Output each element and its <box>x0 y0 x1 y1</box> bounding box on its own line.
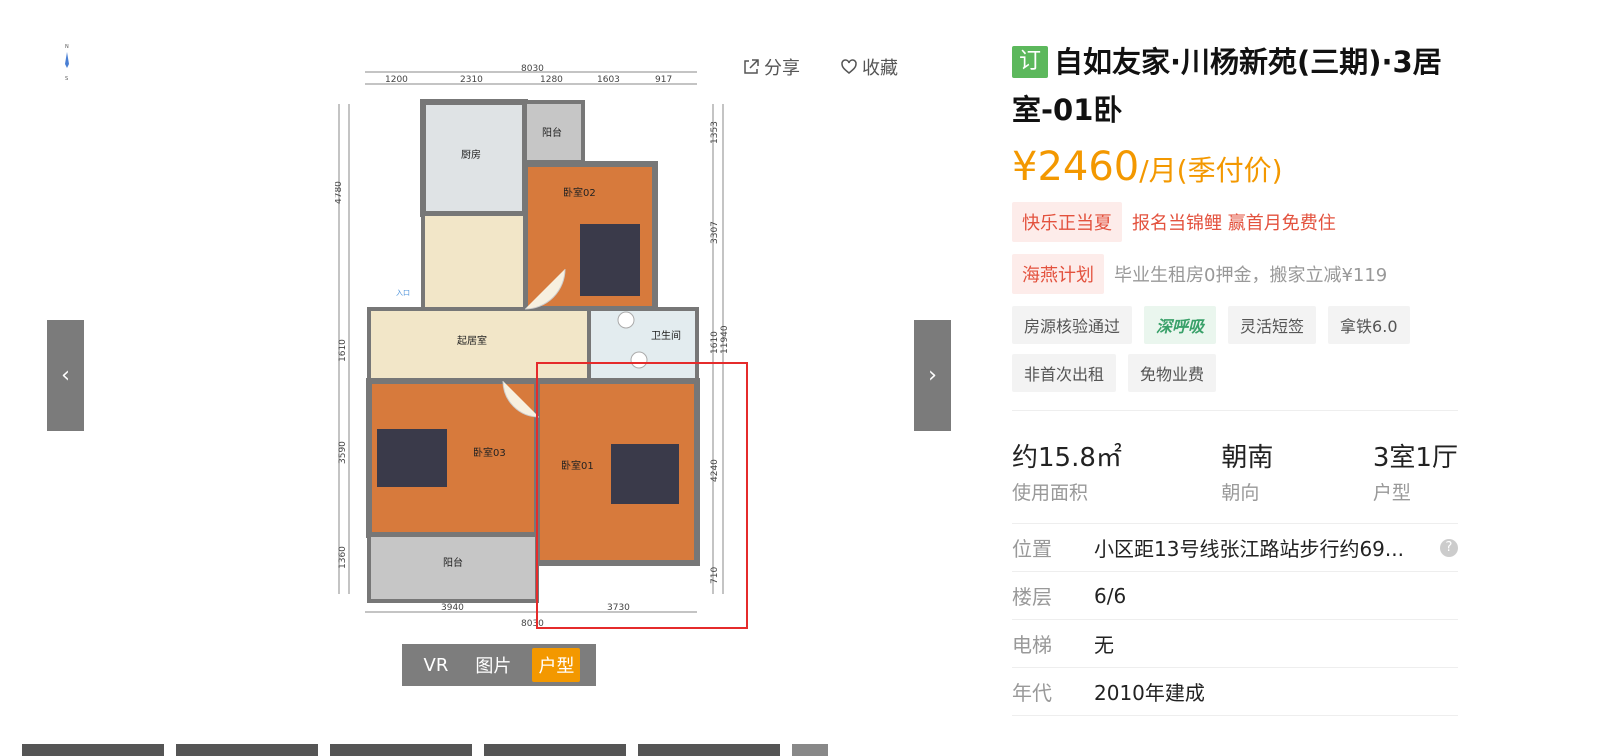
prev-image-button[interactable]: ‹ <box>47 320 84 431</box>
info-key: 楼层 <box>1012 585 1052 609</box>
stat-area: 约15.8㎡ 使用面积 <box>1012 437 1122 505</box>
dim-top-4: 1603 <box>597 75 620 85</box>
room-label-balcony-bottom: 阳台 <box>443 556 463 569</box>
stat-label: 朝向 <box>1221 482 1260 504</box>
dim-top-1: 1200 <box>385 75 408 85</box>
tag-short-lease: 灵活短签 <box>1228 306 1317 344</box>
tag-verified: 房源核验通过 <box>1012 306 1133 344</box>
favorite-label: 收藏 <box>862 58 898 79</box>
svg-text:S: S <box>65 76 68 82</box>
dim-right-2: 3307 <box>710 221 720 244</box>
room-label-bedroom03: 卧室03 <box>473 446 506 459</box>
stat-value: 3室1厅 <box>1372 443 1458 473</box>
info-value: 2010年建成 <box>1094 681 1205 705</box>
thumbnail[interactable] <box>484 744 626 756</box>
stat-layout: 3室1厅 户型 <box>1373 437 1458 505</box>
next-image-button[interactable]: › <box>914 320 951 431</box>
info-row-floor: 楼层 6/6 <box>1012 572 1458 620</box>
room-label-living: 起居室 <box>457 334 487 347</box>
media-tabs: VR 图片 户型 <box>402 644 596 686</box>
dim-top-3: 1280 <box>540 75 563 85</box>
promo-row[interactable]: 海燕计划 毕业生租房0押金，搬家立减¥119 <box>1012 254 1462 294</box>
tag-latte: 拿铁6.0 <box>1328 306 1410 344</box>
chevron-right-icon: › <box>928 363 937 388</box>
help-icon[interactable]: ? <box>1440 538 1458 557</box>
booking-badge: 订 <box>1012 46 1048 78</box>
info-value: 6/6 <box>1094 583 1127 608</box>
stats-row: 约15.8㎡ 使用面积 朝南 朝向 3室1厅 户型 <box>1012 437 1458 505</box>
compass-icon: N S <box>65 44 69 82</box>
info-row-location: 位置 小区距13号线张江路站步行约69... ? <box>1012 524 1458 572</box>
thumbnail-strip <box>22 744 828 756</box>
dim-right-6: 710 <box>710 567 720 584</box>
room-label-bedroom01: 卧室01 <box>561 459 594 472</box>
thumbnail[interactable] <box>792 744 828 756</box>
listing-page: N S 分享 收藏 ‹ › 8030 1200 2310 1280 1603 9… <box>0 0 1610 756</box>
dim-top-5: 917 <box>655 75 672 85</box>
promo-tag: 快乐正当夏 <box>1012 202 1122 242</box>
dim-bottom-1: 3940 <box>441 603 464 613</box>
thumbnail[interactable] <box>330 744 472 756</box>
promo-row[interactable]: 快乐正当夏 报名当锦鲤 赢首月免费住 <box>1012 202 1462 242</box>
dim-left-5: 1360 <box>338 546 348 569</box>
room-label-bathroom: 卫生间 <box>651 329 681 342</box>
promo-text: 毕业生租房0押金，搬家立减¥119 <box>1114 265 1388 286</box>
tag-no-property-fee: 免物业费 <box>1128 354 1217 392</box>
stat-value: 朝南 <box>1221 443 1274 473</box>
dim-right-3: 1610 <box>710 331 720 354</box>
feature-tags: 房源核验通过 深呼吸 灵活短签 拿铁6.0 非首次出租 免物业费 <box>1012 306 1452 392</box>
dim-top-total: 8030 <box>521 64 544 74</box>
dim-right-1: 1353 <box>710 121 720 144</box>
info-key: 年代 <box>1012 681 1052 705</box>
heart-icon <box>841 59 857 74</box>
stat-label: 使用面积 <box>1012 482 1089 504</box>
room-label-kitchen: 厨房 <box>461 148 481 161</box>
dim-top-2: 2310 <box>460 75 483 85</box>
tag-not-first-rental: 非首次出租 <box>1012 354 1117 392</box>
info-row-elevator: 电梯 无 <box>1012 620 1458 668</box>
listing-panel: 订自如友家·川杨新苑(三期)·3居室-01卧 ¥2460/月(季付价) 快乐正当… <box>1012 38 1462 716</box>
info-value: 无 <box>1094 633 1114 657</box>
stat-value: 约15.8㎡ <box>1012 443 1122 473</box>
info-row-year: 年代 2010年建成 <box>1012 668 1458 716</box>
divider <box>1012 410 1458 411</box>
price-value: ¥2460 <box>1012 144 1140 190</box>
info-key: 电梯 <box>1012 633 1052 657</box>
stat-label: 户型 <box>1372 482 1411 504</box>
price-unit: /月(季付价) <box>1139 154 1283 187</box>
dim-bottom-2: 3730 <box>607 603 630 613</box>
info-key: 位置 <box>1012 537 1052 561</box>
room-label-balcony-top: 阳台 <box>542 126 562 139</box>
dim-right-4: 11940 <box>720 325 730 354</box>
room-label-entrance: 入口 <box>396 289 410 297</box>
svg-text:N: N <box>65 44 69 50</box>
dim-left-4: 3590 <box>338 441 348 464</box>
dim-left-3: 1610 <box>338 339 348 362</box>
thumbnail[interactable] <box>176 744 318 756</box>
tab-photos[interactable]: 图片 <box>469 648 517 682</box>
favorite-button[interactable]: 收藏 <box>840 54 898 80</box>
dim-right-5: 4240 <box>710 459 720 482</box>
room-label-bedroom02: 卧室02 <box>563 186 596 199</box>
listing-title: 订自如友家·川杨新苑(三期)·3居室-01卧 <box>1012 38 1462 134</box>
promo-text: 报名当锦鲤 赢首月免费住 <box>1132 213 1336 234</box>
info-value: 小区距13号线张江路站步行约69... <box>1094 537 1404 561</box>
stat-orientation: 朝南 朝向 <box>1221 437 1273 505</box>
promo-tag: 海燕计划 <box>1012 254 1104 294</box>
tab-vr[interactable]: VR <box>418 651 455 680</box>
listing-title-text: 自如友家·川杨新苑(三期)·3居室-01卧 <box>1012 45 1442 127</box>
thumbnail[interactable] <box>638 744 780 756</box>
tab-floorplan[interactable]: 户型 <box>532 648 581 682</box>
floorplan-image: 8030 1200 2310 1280 1603 917 4780 11940 … <box>335 64 748 629</box>
price: ¥2460/月(季付价) <box>1012 144 1462 190</box>
tag-deep-breath: 深呼吸 <box>1144 306 1217 344</box>
chevron-left-icon: ‹ <box>61 363 70 388</box>
dim-left-1: 4780 <box>335 181 344 204</box>
thumbnail[interactable] <box>22 744 164 756</box>
